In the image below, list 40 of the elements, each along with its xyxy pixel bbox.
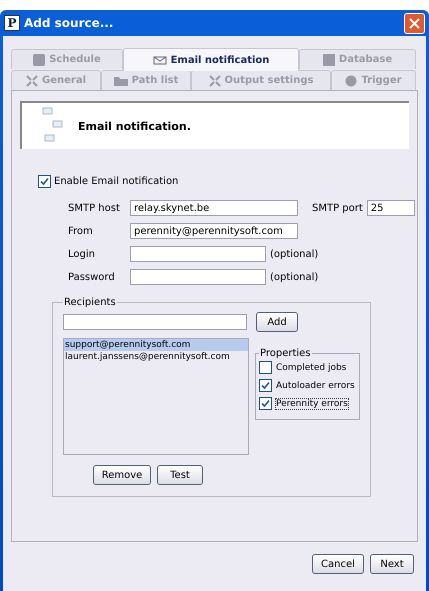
close-button[interactable] <box>404 12 425 34</box>
action-button[interactable]: Remove <box>93 465 151 485</box>
app-icon: P <box>4 15 20 31</box>
checkbox[interactable] <box>259 361 272 374</box>
dialog-button[interactable]: Next <box>370 554 414 574</box>
action-button[interactable]: Test <box>157 465 203 485</box>
checkbox[interactable] <box>259 397 272 410</box>
checkbox-label: Completed jobs <box>275 362 348 374</box>
window-title: Add source... <box>24 16 114 30</box>
optional-note: (optional) <box>270 248 318 260</box>
input-field[interactable] <box>130 269 266 285</box>
header-title: Email notification. <box>78 120 191 132</box>
add-button[interactable]: Add <box>256 312 298 332</box>
checkbox[interactable] <box>259 379 272 392</box>
envelope-icon <box>152 56 167 64</box>
field-label: SMTP port <box>312 202 363 214</box>
list-item[interactable]: support@perennitysoft.com <box>64 339 248 351</box>
checkbox-label: Perennity errors <box>275 398 349 410</box>
arrows-icon <box>26 74 38 86</box>
checkbox[interactable] <box>38 175 51 188</box>
close-icon <box>409 18 420 28</box>
input-field[interactable]: 25 <box>366 200 415 216</box>
tab[interactable]: Email notification <box>123 48 299 71</box>
arrows-icon <box>208 74 221 86</box>
input-field[interactable]: perennity@perennitysoft.com <box>130 223 298 239</box>
list-item[interactable]: laurent.janssens@perennitysoft.com <box>64 351 248 363</box>
field-label: Login <box>68 248 96 260</box>
checkbox-label: Autoloader errors <box>275 380 356 392</box>
checkbox-label: Enable Email notification <box>54 176 178 187</box>
field-label: Password <box>68 272 116 282</box>
group-title: Properties <box>259 348 312 359</box>
input-field[interactable] <box>130 246 266 262</box>
folder-icon <box>114 76 128 86</box>
dialog-button[interactable]: Cancel <box>312 554 364 574</box>
optional-note: (optional) <box>270 272 318 282</box>
field-label: SMTP host <box>68 202 121 214</box>
input-field[interactable]: relay.skynet.be <box>130 200 298 216</box>
recipient-field[interactable] <box>63 314 247 330</box>
group-title: Recipients <box>63 297 117 308</box>
field-label: From <box>68 226 94 236</box>
